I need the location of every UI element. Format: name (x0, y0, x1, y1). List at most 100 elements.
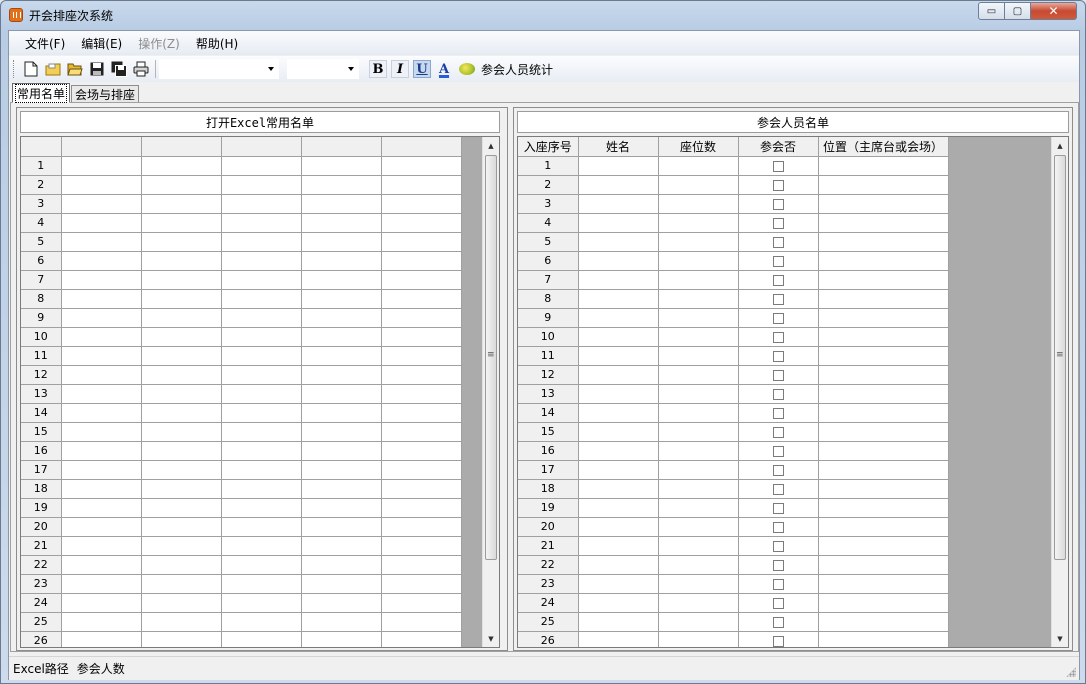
grid-cell[interactable] (221, 441, 302, 461)
left-vertical-scrollbar[interactable]: ▲ ▼ (482, 137, 499, 647)
grid-cell[interactable] (61, 232, 142, 252)
grid-cell[interactable] (221, 194, 302, 214)
grid-cell[interactable] (221, 612, 302, 632)
seat-count-cell[interactable] (658, 384, 739, 404)
grid-cell[interactable] (61, 403, 142, 423)
position-cell[interactable] (818, 460, 949, 480)
grid-cell[interactable] (221, 498, 302, 518)
name-cell[interactable] (578, 593, 659, 613)
attend-checkbox[interactable] (772, 236, 784, 248)
grid-cell[interactable] (141, 593, 222, 613)
grid-cell[interactable] (141, 555, 222, 575)
attend-checkbox[interactable] (772, 274, 784, 286)
row-number[interactable]: 2 (21, 175, 62, 195)
attend-checkbox[interactable] (772, 331, 784, 343)
grid-cell[interactable] (141, 479, 222, 499)
grid-cell[interactable] (301, 346, 382, 366)
grid-cell[interactable] (301, 441, 382, 461)
grid-cell[interactable] (221, 232, 302, 252)
chevron-down-icon[interactable] (268, 67, 274, 71)
grid-cell[interactable] (61, 289, 142, 309)
grid-cell[interactable] (381, 441, 462, 461)
attend-checkbox[interactable] (772, 483, 784, 495)
seat-count-cell[interactable] (658, 194, 739, 214)
attend-checkbox[interactable] (772, 407, 784, 419)
grid-cell[interactable] (141, 574, 222, 594)
position-cell[interactable] (818, 517, 949, 537)
right-vertical-scrollbar[interactable]: ▲ ▼ (1051, 137, 1068, 647)
new-file-button[interactable] (20, 59, 42, 79)
grid-cell[interactable] (381, 536, 462, 556)
row-number[interactable]: 8 (21, 289, 62, 309)
seat-count-cell[interactable] (658, 517, 739, 537)
open-folder-button[interactable] (64, 59, 86, 79)
seat-count-cell[interactable] (658, 441, 739, 461)
open-excel-list-title[interactable]: 打开Excel常用名单 (20, 111, 500, 133)
seat-order-cell[interactable]: 7 (518, 270, 579, 290)
grid-cell[interactable] (381, 479, 462, 499)
grid-cell[interactable] (301, 403, 382, 423)
row-number[interactable]: 25 (21, 612, 62, 632)
grid-cell[interactable] (61, 270, 142, 290)
attendee-list-grid[interactable]: 入座序号 姓名 座位数 参会否 位置（主席台或会场） 1 2 3 4 5 6 7 8 9 10 11… (517, 136, 1069, 648)
column-header[interactable] (61, 137, 142, 157)
grid-cell[interactable] (141, 289, 222, 309)
grid-cell[interactable] (61, 536, 142, 556)
attend-checkbox[interactable] (772, 578, 784, 590)
grid-cell[interactable] (221, 403, 302, 423)
grid-cell[interactable] (301, 213, 382, 233)
name-cell[interactable] (578, 194, 659, 214)
grid-cell[interactable] (61, 631, 142, 647)
grid-cell[interactable] (381, 631, 462, 647)
grid-cell[interactable] (301, 460, 382, 480)
font-name-combo[interactable] (159, 59, 279, 79)
grid-cell[interactable] (381, 346, 462, 366)
row-number[interactable]: 1 (21, 156, 62, 176)
grid-cell[interactable] (141, 194, 222, 214)
seat-count-cell[interactable] (658, 536, 739, 556)
attend-checkbox[interactable] (772, 559, 784, 571)
name-cell[interactable] (578, 555, 659, 575)
row-number[interactable]: 20 (21, 517, 62, 537)
italic-button[interactable]: I (391, 60, 409, 78)
attendee-stats-button[interactable]: 参会人员统计 (459, 61, 553, 78)
menu-help[interactable]: 帮助(H) (188, 35, 246, 52)
grid-cell[interactable] (381, 289, 462, 309)
seat-count-cell[interactable] (658, 308, 739, 328)
font-size-combo[interactable] (287, 59, 359, 79)
grid-cell[interactable] (301, 631, 382, 647)
attend-checkbox[interactable] (772, 179, 784, 191)
name-cell[interactable] (578, 308, 659, 328)
seat-order-cell[interactable]: 22 (518, 555, 579, 575)
attend-checkbox[interactable] (772, 160, 784, 172)
resize-grip[interactable] (1066, 667, 1076, 677)
grid-cell[interactable] (301, 498, 382, 518)
name-cell[interactable] (578, 346, 659, 366)
grid-cell[interactable] (141, 232, 222, 252)
grid-cell[interactable] (61, 498, 142, 518)
name-cell[interactable] (578, 574, 659, 594)
grid-cell[interactable] (301, 365, 382, 385)
grid-cell[interactable] (61, 612, 142, 632)
grid-cell[interactable] (61, 156, 142, 176)
grid-cell[interactable] (301, 479, 382, 499)
seat-order-cell[interactable]: 5 (518, 232, 579, 252)
grid-cell[interactable] (221, 555, 302, 575)
save-button[interactable] (86, 59, 108, 79)
grid-cell[interactable] (141, 422, 222, 442)
row-number[interactable]: 18 (21, 479, 62, 499)
grid-cell[interactable] (141, 308, 222, 328)
column-header-name[interactable]: 姓名 (578, 137, 659, 157)
font-color-button[interactable]: A (435, 60, 453, 78)
name-cell[interactable] (578, 384, 659, 404)
position-cell[interactable] (818, 365, 949, 385)
corner-header[interactable] (21, 137, 62, 157)
title-bar[interactable]: 开会排座次系统 ▭ ▢ ✕ (1, 1, 1085, 29)
grid-cell[interactable] (141, 270, 222, 290)
grid-cell[interactable] (141, 384, 222, 404)
attend-checkbox[interactable] (772, 426, 784, 438)
seat-count-cell[interactable] (658, 346, 739, 366)
grid-cell[interactable] (141, 175, 222, 195)
seat-count-cell[interactable] (658, 422, 739, 442)
position-cell[interactable] (818, 593, 949, 613)
